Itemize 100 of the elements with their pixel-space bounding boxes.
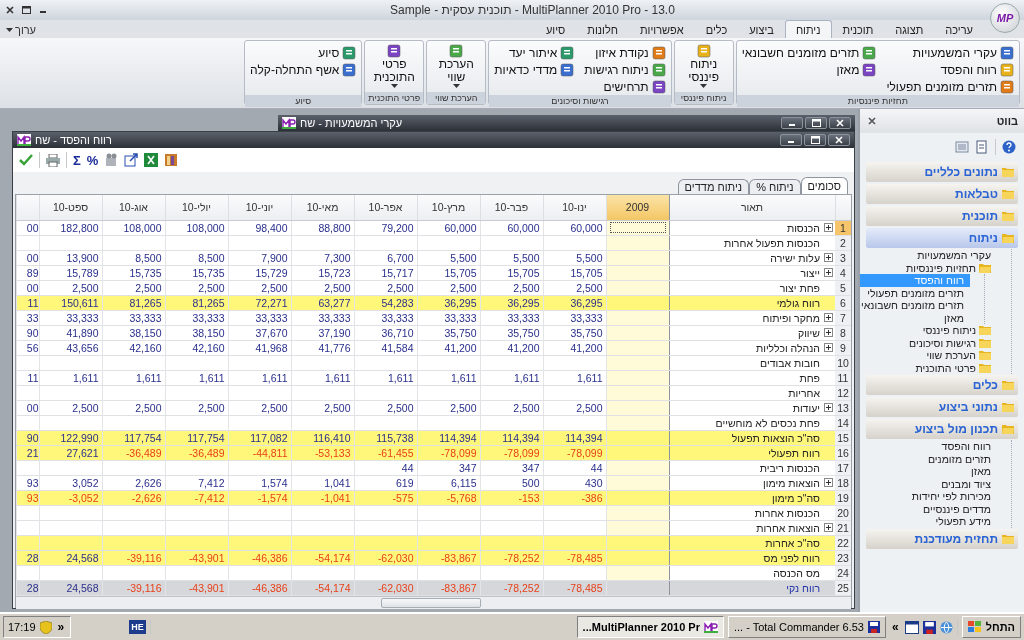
quick-launch-chevron[interactable]: « — [890, 620, 901, 634]
column-header[interactable]: תאור — [669, 195, 835, 220]
book-icon[interactable] — [164, 153, 179, 167]
nav-section[interactable]: תחזית מעודכנת — [866, 528, 1018, 549]
close-icon — [836, 119, 844, 127]
expand-tray-button[interactable]: » — [55, 620, 67, 634]
view-tab[interactable]: ניתוח % — [749, 179, 801, 194]
ribbon-item[interactable]: אשף התחלה-קלה — [250, 61, 357, 78]
tree-item[interactable]: מאזן — [860, 465, 997, 478]
menu-tab[interactable]: תוכנית — [831, 20, 885, 38]
ribbon-button[interactable]: ניתוח פיננסי — [679, 44, 728, 88]
document-icon[interactable] — [975, 140, 989, 154]
window-icon[interactable] — [904, 620, 919, 634]
row-label: סה"כ הוצאות תפעול — [731, 431, 820, 444]
print-icon[interactable] — [46, 153, 60, 167]
view-tab[interactable]: ניתוח מדדים — [677, 179, 750, 194]
menu-tab[interactable]: ניתוח — [784, 20, 832, 38]
ribbon-item[interactable]: ניתוח רגישות — [584, 61, 666, 78]
export-icon[interactable] — [124, 153, 139, 167]
column-header[interactable]: יוני-10 — [228, 195, 291, 220]
tree-item[interactable]: רווח והפסד — [860, 440, 997, 453]
tree-item[interactable]: פרטי התוכנית — [860, 361, 997, 374]
check-icon[interactable] — [19, 154, 33, 166]
close-button[interactable] — [828, 134, 850, 146]
tree-item[interactable]: מאזן — [860, 311, 970, 324]
spreadsheet-icon[interactable] — [144, 153, 159, 167]
column-header[interactable]: מרץ-10 — [417, 195, 480, 220]
edit-menu[interactable]: ערוך — [4, 22, 38, 38]
ribbon-button[interactable]: פרטי התוכנית — [370, 44, 419, 88]
report-icon — [387, 44, 402, 58]
ribbon-button[interactable]: הערכת שווי — [432, 44, 481, 88]
app-logo-icon — [703, 621, 718, 633]
maximize-button[interactable] — [804, 134, 826, 146]
nav-section[interactable]: ניתוח — [866, 228, 1018, 248]
row-label: סה"כ אחרות — [765, 536, 820, 549]
scroll-thumb[interactable] — [381, 597, 481, 608]
taskbar-button[interactable]: ...MultiPlanner 2010 Pr — [576, 616, 724, 638]
tree-item[interactable]: ציוד ומבנים — [860, 477, 997, 490]
tree-item[interactable]: ניתוח פיננסי — [860, 324, 997, 337]
ribbon-item[interactable]: תזרים מזומנים חשבונאי — [741, 44, 877, 61]
column-header[interactable]: יולי-10 — [165, 195, 228, 220]
nav-section[interactable]: כלים — [866, 375, 1018, 395]
tree-item[interactable]: הערכת שווי — [860, 349, 997, 362]
menu-tab[interactable]: כלים — [694, 20, 739, 38]
close-button[interactable] — [829, 117, 851, 129]
nav-section[interactable]: תוכנית — [866, 206, 1018, 226]
menu-tab[interactable]: אפשרויות — [629, 20, 695, 38]
column-header[interactable]: 2009 — [606, 195, 669, 220]
menu-tab[interactable]: ביצוע — [738, 20, 785, 38]
row-label: ייצור — [800, 266, 820, 279]
nav-section[interactable]: נתוני ביצוע — [866, 397, 1018, 417]
menu-tab[interactable]: תצוגה — [884, 20, 935, 38]
ribbon-item[interactable]: נקודת איזון — [584, 44, 666, 61]
maximize-icon — [811, 119, 821, 127]
app-logo[interactable]: MP — [990, 3, 1020, 33]
start-button[interactable]: התחל — [961, 616, 1021, 638]
nav-section[interactable]: תכנון מול ביצוע — [866, 419, 1018, 439]
tree-item[interactable]: מדדים פיננסיים — [860, 502, 997, 515]
ribbon-item[interactable]: תרחישים — [584, 78, 666, 95]
ribbon-item[interactable]: איתור יעד — [494, 44, 575, 61]
tree-item[interactable]: תזרים מזומנים תפעולי — [860, 286, 970, 299]
ribbon-item[interactable]: עקרי המשמעויות — [886, 44, 1014, 61]
nav-section[interactable]: נתונים כלליים — [866, 162, 1018, 182]
help-icon[interactable] — [1002, 140, 1016, 154]
column-header[interactable]: אפר-10 — [354, 195, 417, 220]
column-header[interactable]: ינו-10 — [543, 195, 606, 220]
report-icon — [342, 62, 357, 77]
tree-item[interactable]: תחזיות פיננסיות — [860, 261, 997, 274]
taskbar-button[interactable]: ... - Total Commander 6.53 — [727, 616, 886, 638]
tools-icon[interactable] — [104, 153, 119, 167]
column-header[interactable]: אוג-10 — [102, 195, 165, 220]
column-header[interactable]: פבר-10 — [480, 195, 543, 220]
language-indicator[interactable]: HE — [129, 620, 146, 634]
tree-item[interactable]: רגישות וסיכונים — [860, 336, 997, 349]
ribbon-item[interactable]: רווח והפסד — [886, 61, 1014, 78]
tree-item[interactable]: עקרי המשמעויות — [860, 249, 997, 262]
maximize-button[interactable] — [805, 117, 827, 129]
menu-tab[interactable]: סיוע — [534, 20, 577, 38]
ribbon-item[interactable]: תזרים מזומנים תפעולי — [886, 78, 1014, 95]
tree-item[interactable]: מכירות לפי יחידות — [860, 490, 997, 503]
menu-tab[interactable]: עריכה — [934, 20, 984, 38]
ribbon-item[interactable]: סיוע — [250, 44, 357, 61]
nav-section[interactable]: טבלאות — [866, 184, 1018, 204]
minimize-button[interactable] — [781, 117, 803, 129]
column-header[interactable]: ספט-10 — [39, 195, 102, 220]
ribbon-item[interactable]: מדדי כדאיות — [494, 61, 575, 78]
caret-icon — [390, 84, 398, 88]
tree-item[interactable]: מידע תפעולי — [860, 515, 997, 528]
close-icon — [868, 117, 876, 125]
group-caption: רגישות וסיכונים — [489, 95, 671, 107]
minimize-button[interactable] — [780, 134, 802, 146]
tree-item[interactable]: תזרים מזומנים — [860, 452, 997, 465]
view-tab[interactable]: סכומים — [800, 177, 848, 194]
close-button[interactable] — [866, 115, 878, 127]
column-header[interactable]: מאי-10 — [291, 195, 354, 220]
row-label: מחקר ופיתוח — [762, 311, 820, 324]
floppy-icon[interactable] — [922, 620, 936, 634]
menu-tab[interactable]: חלונות — [576, 20, 629, 38]
tree-item[interactable]: תזרים מזומנים חשבונאי — [860, 299, 970, 312]
ribbon-item[interactable]: מאזן — [741, 61, 877, 78]
